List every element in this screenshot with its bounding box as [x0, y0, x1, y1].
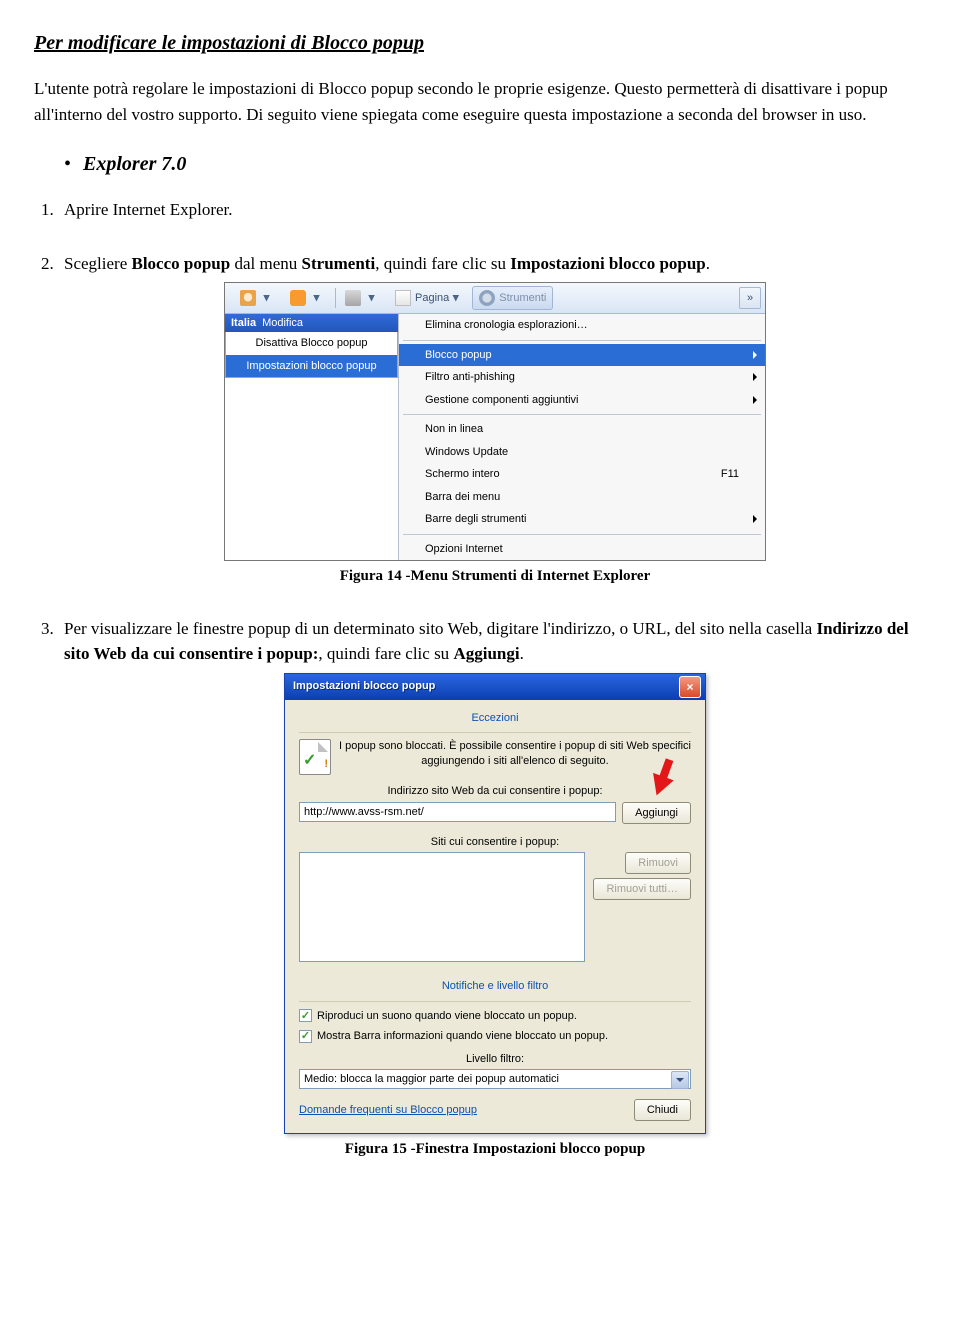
menu-separator — [403, 340, 761, 341]
menu-item-label: Barre degli strumenti — [425, 511, 527, 528]
close-icon: × — [686, 678, 693, 696]
print-icon — [345, 290, 361, 306]
close-dialog-button[interactable]: Chiudi — [634, 1099, 691, 1121]
address-field-label: Indirizzo sito Web da cui consentire i p… — [299, 783, 691, 800]
tools-menu: Elimina cronologia esplorazioni… Blocco … — [398, 314, 765, 560]
rss-icon — [290, 290, 306, 306]
chevron-down-icon — [671, 1071, 689, 1089]
menu-item-label: Opzioni Internet — [425, 541, 503, 558]
menu-separator — [403, 414, 761, 415]
popup-settings-dialog: Impostazioni blocco popup × Eccezioni ! … — [284, 673, 706, 1135]
gear-icon — [479, 290, 495, 306]
intro-paragraph: L'utente potrà regolare le impostazioni … — [34, 76, 926, 127]
step-1: Aprire Internet Explorer. — [58, 197, 926, 223]
menu-shortcut: F11 — [721, 466, 759, 483]
tab-modifica-label: Modifica — [262, 315, 303, 332]
submenu-arrow-icon — [753, 515, 757, 523]
allow-doc-icon: ! — [299, 739, 331, 775]
section-label: Explorer 7.0 — [83, 149, 186, 179]
menu-fullscreen[interactable]: Schermo intero F11 — [399, 463, 765, 486]
figure15-caption: Figura 15 -Finestra Impostazioni blocco … — [64, 1138, 926, 1161]
menu-separator — [403, 534, 761, 535]
menu-menubar[interactable]: Barra dei menu — [399, 486, 765, 509]
chevron-down-icon — [263, 295, 270, 302]
chevron-down-icon — [452, 295, 459, 302]
group-notifiche-label: Notifiche e livello filtro — [299, 978, 691, 995]
section-bullet: • Explorer 7.0 — [34, 149, 926, 179]
menu-clear-history[interactable]: Elimina cronologia esplorazioni… — [399, 314, 765, 337]
menu-antiphishing[interactable]: Filtro anti-phishing — [399, 366, 765, 389]
filter-level-value: Medio: blocca la maggior parte dei popup… — [304, 1071, 559, 1088]
menu-item-label: Non in linea — [425, 421, 483, 438]
address-input[interactable] — [299, 802, 616, 822]
overflow-button[interactable] — [739, 287, 761, 309]
menu-windows-update[interactable]: Windows Update — [399, 441, 765, 464]
remove-all-button[interactable]: Rimuovi tutti… — [593, 878, 691, 900]
tools-label: Strumenti — [499, 290, 546, 307]
toolbar-separator — [335, 288, 336, 308]
submenu-arrow-icon — [753, 351, 757, 359]
page-title: Per modificare le impostazioni di Blocco… — [34, 28, 926, 58]
dialog-titlebar: Impostazioni blocco popup × — [285, 674, 705, 700]
menu-offline[interactable]: Non in linea — [399, 418, 765, 441]
allowed-sites-label: Siti cui consentire i popup: — [299, 834, 691, 851]
ie-toolbar: Pagina Strumenti — [225, 283, 765, 314]
tools-button[interactable]: Strumenti — [472, 286, 553, 310]
menu-item-label: Schermo intero — [425, 466, 500, 483]
step-2: Scegliere Blocco popup dal menu Strument… — [58, 251, 926, 588]
menu-item-label: Barra dei menu — [425, 489, 500, 506]
step-1-text: Aprire Internet Explorer. — [64, 200, 233, 219]
step-3-text: Per visualizzare le finestre popup di un… — [64, 619, 909, 664]
ie-screenshot: Pagina Strumenti Italia Modifica Disatti… — [224, 282, 766, 561]
add-button[interactable]: Aggiungi — [622, 802, 691, 824]
close-button[interactable]: × — [679, 676, 701, 698]
step-2-text: Scegliere Blocco popup dal menu Strument… — [64, 254, 710, 273]
page-label: Pagina — [415, 290, 449, 307]
menu-item-label: Elimina cronologia esplorazioni… — [425, 317, 588, 334]
feed-button[interactable] — [283, 286, 327, 310]
dialog-title: Impostazioni blocco popup — [293, 678, 435, 695]
menu-blocco-popup[interactable]: Blocco popup — [399, 344, 765, 367]
flyout-popup-settings[interactable]: Impostazioni blocco popup — [226, 355, 397, 378]
chevron-down-icon — [313, 295, 320, 302]
info-text: I popup sono bloccati. È possibile conse… — [339, 739, 691, 775]
figure14-caption: Figura 14 -Menu Strumenti di Internet Ex… — [64, 565, 926, 588]
menu-toolbars[interactable]: Barre degli strumenti — [399, 508, 765, 531]
page-button[interactable]: Pagina — [388, 286, 466, 310]
tab-italia[interactable]: Italia Modifica — [225, 314, 398, 332]
print-button[interactable] — [338, 286, 382, 310]
tab-italia-label: Italia — [231, 315, 256, 332]
step-3: Per visualizzare le finestre popup di un… — [58, 616, 926, 1161]
chevron-down-icon — [368, 295, 375, 302]
filter-level-select[interactable]: Medio: blocca la maggior parte dei popup… — [299, 1069, 691, 1089]
bullet-dot-icon: • — [64, 149, 71, 179]
infobar-checkbox[interactable]: ✓ — [299, 1030, 312, 1043]
sound-checkbox-label: Riproduci un suono quando viene bloccato… — [317, 1008, 577, 1025]
submenu-arrow-icon — [753, 396, 757, 404]
popup-flyout: Disattiva Blocco popup Impostazioni bloc… — [225, 332, 398, 378]
page-icon — [395, 290, 411, 306]
infobar-checkbox-label: Mostra Barra informazioni quando viene b… — [317, 1028, 608, 1045]
menu-item-label: Windows Update — [425, 444, 508, 461]
menu-item-label: Gestione componenti aggiuntivi — [425, 392, 578, 409]
menu-addons[interactable]: Gestione componenti aggiuntivi — [399, 389, 765, 412]
filter-level-label: Livello filtro: — [299, 1051, 691, 1068]
remove-button[interactable]: Rimuovi — [625, 852, 691, 874]
home-button[interactable] — [233, 286, 277, 310]
menu-internet-options[interactable]: Opzioni Internet — [399, 538, 765, 561]
submenu-arrow-icon — [753, 373, 757, 381]
menu-item-label: Filtro anti-phishing — [425, 369, 515, 386]
flyout-disable-popup[interactable]: Disattiva Blocco popup — [226, 332, 397, 355]
sound-checkbox[interactable]: ✓ — [299, 1009, 312, 1022]
home-icon — [240, 290, 256, 306]
group-eccezioni-label: Eccezioni — [299, 710, 691, 727]
allowed-sites-list[interactable] — [299, 852, 585, 962]
faq-link[interactable]: Domande frequenti su Blocco popup — [299, 1102, 477, 1119]
menu-item-label: Blocco popup — [425, 347, 492, 364]
